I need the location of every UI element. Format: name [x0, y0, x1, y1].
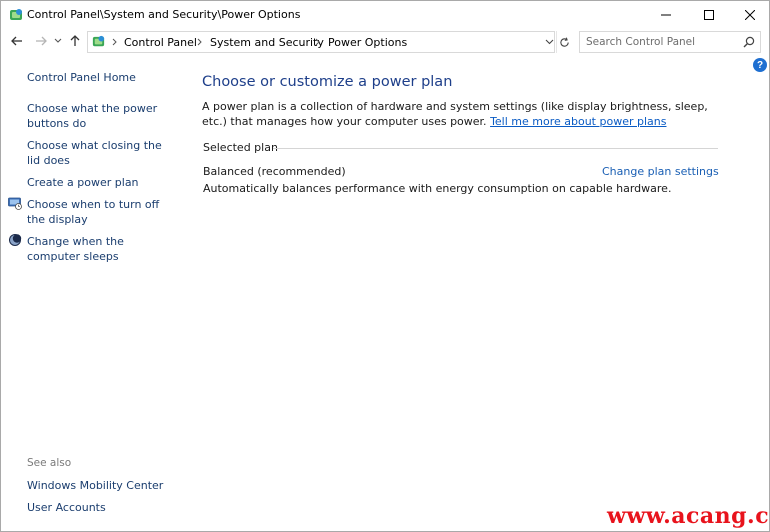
forward-button[interactable] — [33, 33, 49, 49]
control-panel-home-link[interactable]: Control Panel Home — [27, 70, 177, 85]
page-title: Choose or customize a power plan — [202, 74, 453, 90]
sidebar-item-power-buttons[interactable]: Choose what the power buttons do — [27, 101, 177, 131]
watermark: www.acang.cn — [607, 503, 770, 529]
sidebar-item-closing-lid[interactable]: Choose what closing the lid does — [27, 138, 177, 168]
maximize-button[interactable] — [689, 1, 729, 29]
back-button[interactable] — [9, 33, 25, 49]
change-plan-settings-link[interactable]: Change plan settings — [602, 165, 719, 178]
address-bar[interactable]: Control Panel System and Security Power … — [87, 31, 555, 53]
breadcrumb-control-panel[interactable]: Control Panel — [124, 36, 197, 49]
display-icon — [8, 196, 22, 210]
address-dropdown-chevron-icon[interactable] — [543, 31, 556, 53]
selected-plan-heading: Selected plan — [203, 141, 278, 154]
search-box[interactable] — [579, 31, 761, 53]
close-button[interactable] — [730, 1, 769, 29]
sidebar-item-turn-off-display[interactable]: Choose when to turn off the display — [27, 197, 177, 227]
window-title: Control Panel\System and Security\Power … — [27, 8, 301, 21]
plan-description: Automatically balances performance with … — [203, 182, 672, 195]
see-also-heading: See also — [27, 457, 72, 469]
breadcrumb-chevron-icon[interactable] — [196, 37, 204, 47]
see-also-windows-mobility-center[interactable]: Windows Mobility Center — [27, 479, 163, 492]
search-icon[interactable] — [743, 36, 755, 48]
power-options-window: Control Panel\System and Security\Power … — [0, 0, 770, 532]
page-description: A power plan is a collection of hardware… — [202, 99, 722, 129]
sidebar-item-create-power-plan[interactable]: Create a power plan — [27, 175, 177, 190]
minimize-button[interactable] — [646, 1, 686, 29]
up-button[interactable] — [67, 33, 83, 49]
refresh-icon[interactable] — [556, 31, 572, 53]
section-divider — [273, 148, 718, 149]
help-icon[interactable]: ? — [753, 58, 767, 72]
breadcrumb-power-options[interactable]: Power Options — [328, 36, 407, 49]
plan-name: Balanced (recommended) — [203, 165, 346, 178]
breadcrumb-chevron-icon[interactable] — [314, 37, 322, 47]
search-input[interactable] — [586, 35, 736, 49]
sidebar-item-computer-sleeps[interactable]: Change when the computer sleeps — [27, 234, 177, 264]
control-panel-icon — [91, 34, 106, 49]
recent-locations-chevron-icon[interactable] — [53, 33, 63, 49]
control-panel-icon — [8, 7, 24, 23]
learn-more-link[interactable]: Tell me more about power plans — [490, 115, 666, 128]
breadcrumb-system-and-security[interactable]: System and Security — [210, 36, 324, 49]
title-bar[interactable]: Control Panel\System and Security\Power … — [1, 1, 769, 29]
breadcrumb-chevron-icon[interactable] — [111, 37, 119, 47]
see-also-user-accounts[interactable]: User Accounts — [27, 501, 106, 514]
sleep-moon-icon — [8, 233, 22, 247]
